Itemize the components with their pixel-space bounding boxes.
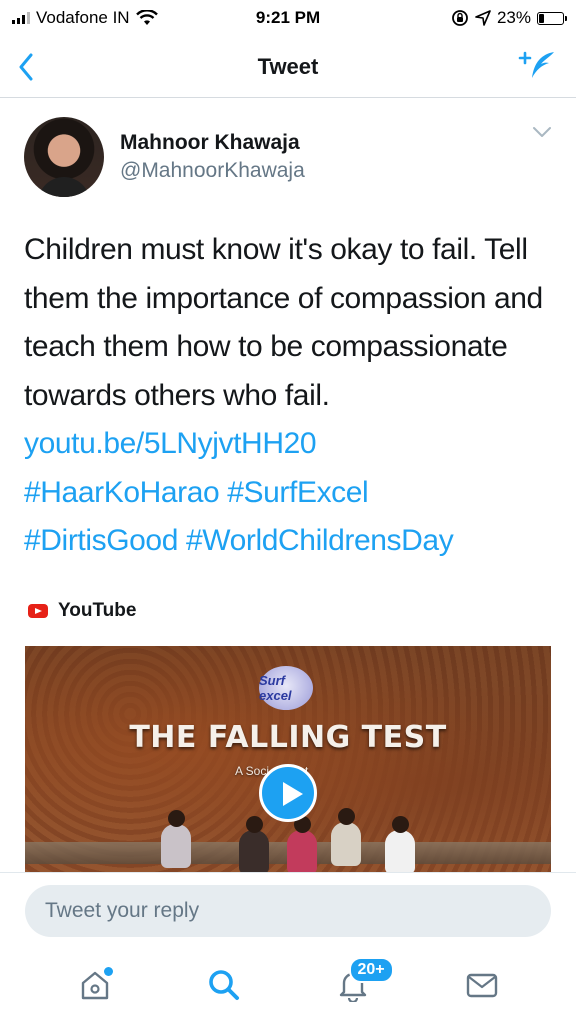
tweet-link[interactable]: youtu.be/5LNyjvtHH20 [24,427,317,460]
user-handle[interactable]: @MahnoorKhawaja [120,157,305,185]
tweet-text: Children must know it's okay to fail. Te… [24,226,560,566]
battery-percent: 23% [496,8,531,27]
rotation-lock-icon [452,10,468,26]
tab-messages[interactable] [460,963,504,1007]
page-title: Tweet [257,53,319,79]
chevron-down-icon [533,127,551,137]
display-name[interactable]: Mahnoor Khawaja [120,129,305,157]
status-time: 9:21 PM [255,8,321,27]
video-title: THE FALLING TEST [129,720,447,755]
compose-tweet-icon [518,51,554,78]
status-bar: Vodafone IN 9:21 PM 23% [0,0,576,36]
child-figure [161,810,191,868]
child-figure [385,816,415,872]
signal-icon [12,12,30,24]
search-icon [208,970,239,1000]
hashtag[interactable]: #DirtisGood [24,524,178,557]
battery-icon [537,11,567,25]
status-right: 23% [451,8,567,28]
reply-input[interactable]: Tweet your reply [25,885,551,937]
tab-search[interactable] [202,963,246,1007]
tab-notifications[interactable]: 20+ [331,957,394,1007]
video-thumbnail[interactable]: Surf excel THE FALLING TEST A Soci...ime… [25,646,551,872]
card-source: YouTube [28,600,136,622]
tweet-header: Mahnoor Khawaja @MahnoorKhawaja [24,115,554,199]
tweet-options-button[interactable] [532,125,554,147]
hashtag[interactable]: #HaarKoHarao [24,476,220,509]
avatar[interactable] [24,117,104,197]
tweet-body: Children must know it's okay to fail. Te… [24,233,543,412]
carrier-name: Vodafone IN [36,8,130,27]
child-figure [331,808,361,866]
reply-area: Tweet your reply [0,872,576,946]
child-figure [287,816,317,872]
user-names[interactable]: Mahnoor Khawaja @MahnoorKhawaja [120,129,305,185]
nav-bar: Tweet [0,36,576,98]
card-source-label: YouTube [58,600,137,621]
messages-icon [466,973,497,998]
wifi-icon [135,10,158,25]
new-tweets-dot [103,967,113,976]
tab-bar: 20+ [0,946,576,1024]
child-figure [239,816,269,872]
location-icon [475,10,491,26]
youtube-icon [28,604,48,618]
play-button[interactable] [259,764,317,822]
chevron-left-icon [19,53,33,81]
compose-tweet-button[interactable] [518,48,554,84]
hashtag[interactable]: #WorldChildrensDay [186,524,454,557]
back-button[interactable] [18,51,46,83]
tab-home[interactable] [73,963,117,1007]
notification-badge: 20+ [348,957,394,983]
hashtag[interactable]: #SurfExcel [227,476,368,509]
brand-logo: Surf excel [259,666,313,710]
status-left: Vodafone IN [12,8,158,28]
